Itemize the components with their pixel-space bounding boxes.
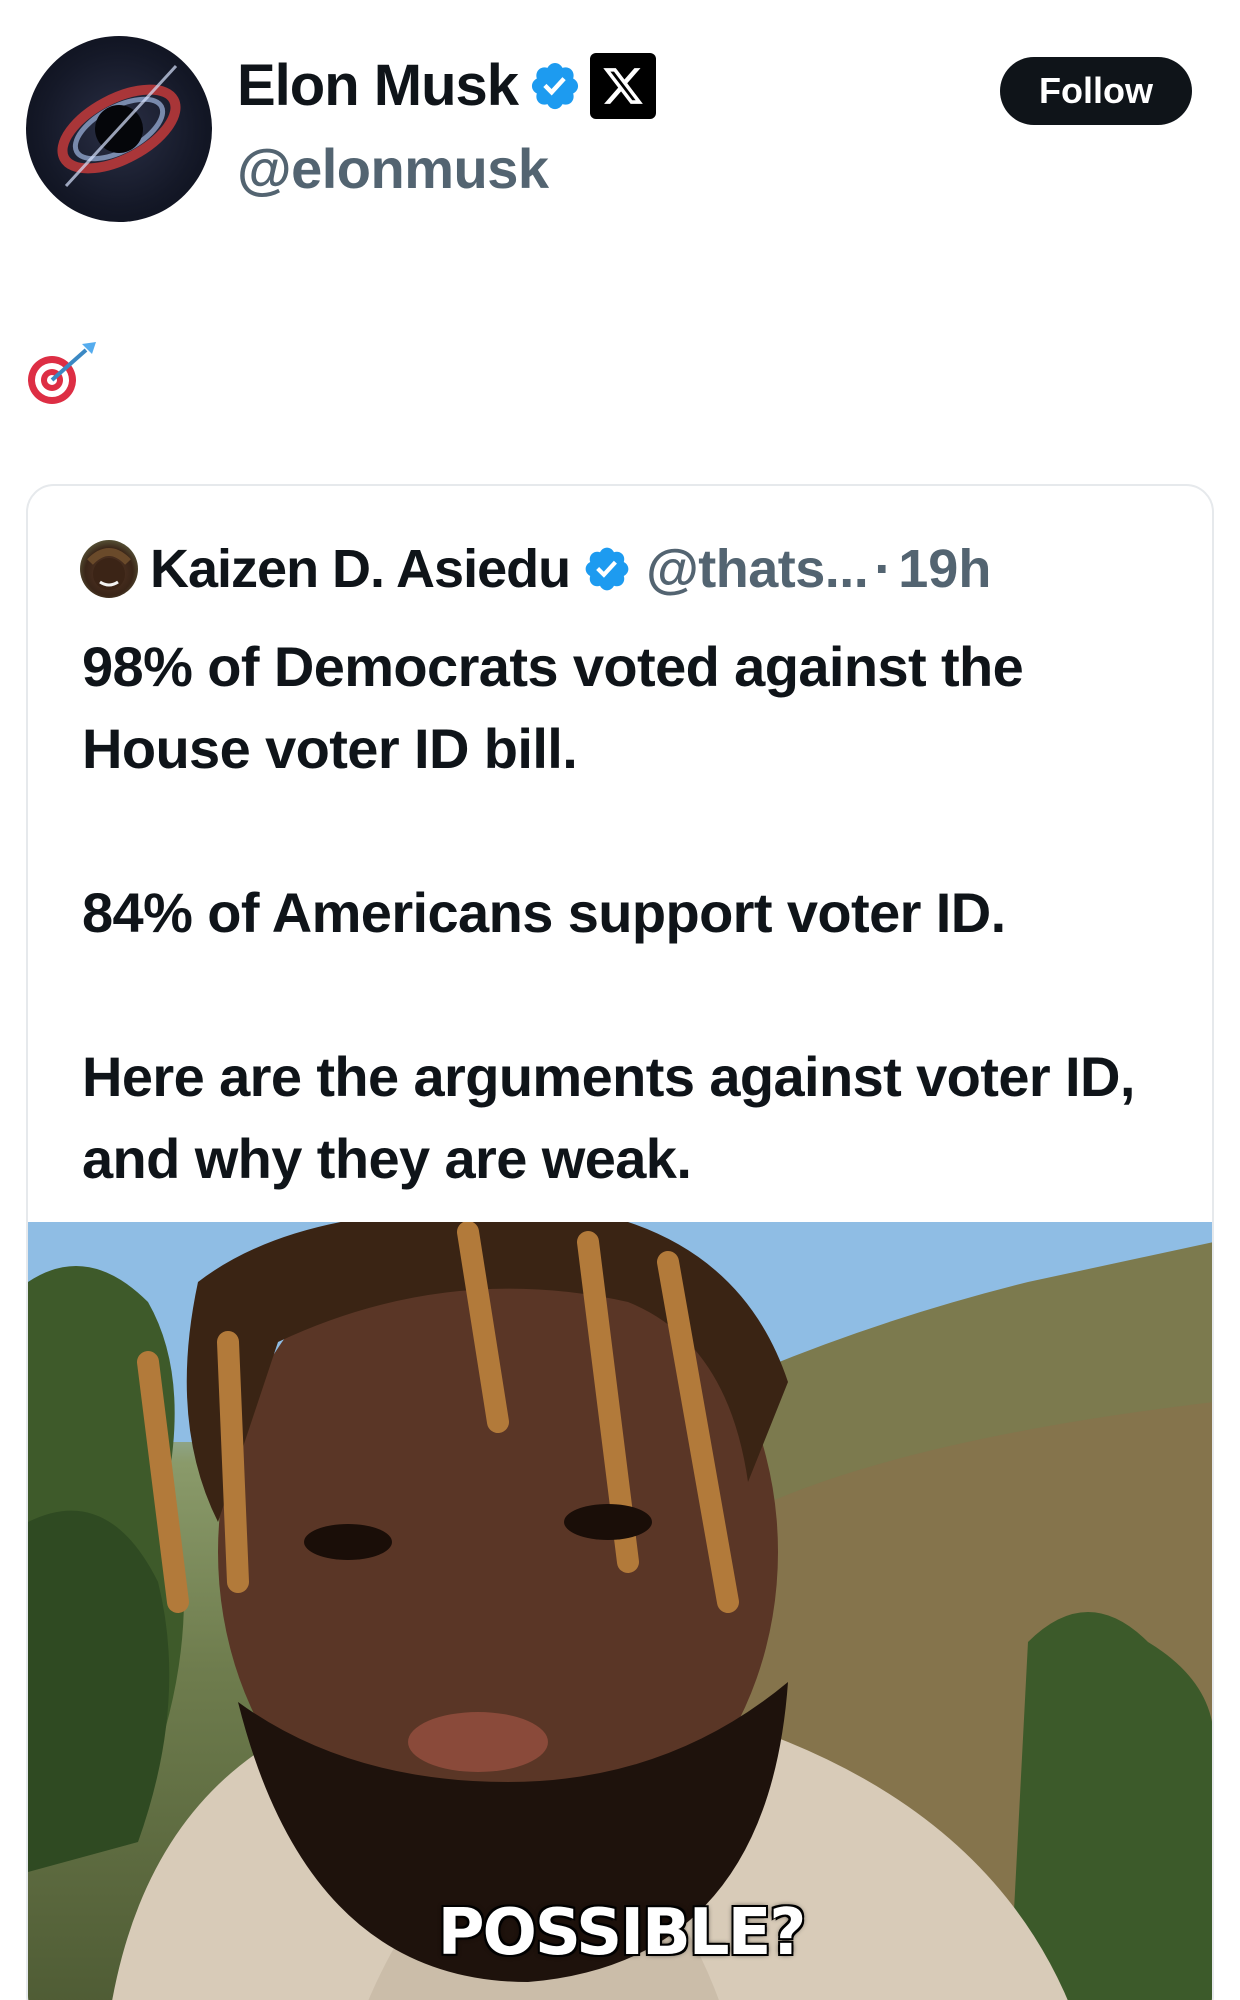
quoted-video-media[interactable]: POSSIBLE? bbox=[28, 1222, 1212, 2000]
quoted-tweet-text: 98% of Democrats voted against the House… bbox=[82, 626, 1182, 1200]
verified-badge-icon bbox=[585, 547, 629, 591]
quoted-paragraph: 98% of Democrats voted against the House… bbox=[82, 635, 1024, 780]
author-handle[interactable]: @elonmusk bbox=[237, 136, 549, 201]
quoted-tweet-card[interactable]: Kaizen D. Asiedu @thats... · 19h 98% of … bbox=[26, 484, 1214, 2000]
quoted-author-handle[interactable]: @thats... bbox=[646, 538, 869, 600]
verified-badge-icon bbox=[531, 62, 579, 109]
video-caption: POSSIBLE? bbox=[437, 1896, 807, 1970]
quoted-author-avatar[interactable] bbox=[80, 540, 138, 598]
quoted-paragraph: 84% of Americans support voter ID. bbox=[82, 881, 1006, 944]
author-avatar[interactable] bbox=[26, 36, 212, 222]
author-name[interactable]: Elon Musk bbox=[237, 52, 519, 119]
follow-button[interactable]: Follow bbox=[1000, 57, 1192, 125]
separator-dot: · bbox=[874, 539, 893, 599]
tweet-view: Elon Musk @elonmusk Follow Kaizen D. Asi… bbox=[0, 0, 1240, 2000]
direct-hit-emoji-icon bbox=[28, 342, 96, 404]
quoted-paragraph: Here are the arguments against voter ID,… bbox=[82, 1045, 1135, 1190]
quoted-author-name[interactable]: Kaizen D. Asiedu bbox=[150, 538, 571, 600]
video-frame-illustration bbox=[28, 1222, 1212, 2000]
quoted-timestamp[interactable]: 19h bbox=[898, 538, 991, 600]
x-logo-icon bbox=[590, 52, 657, 119]
